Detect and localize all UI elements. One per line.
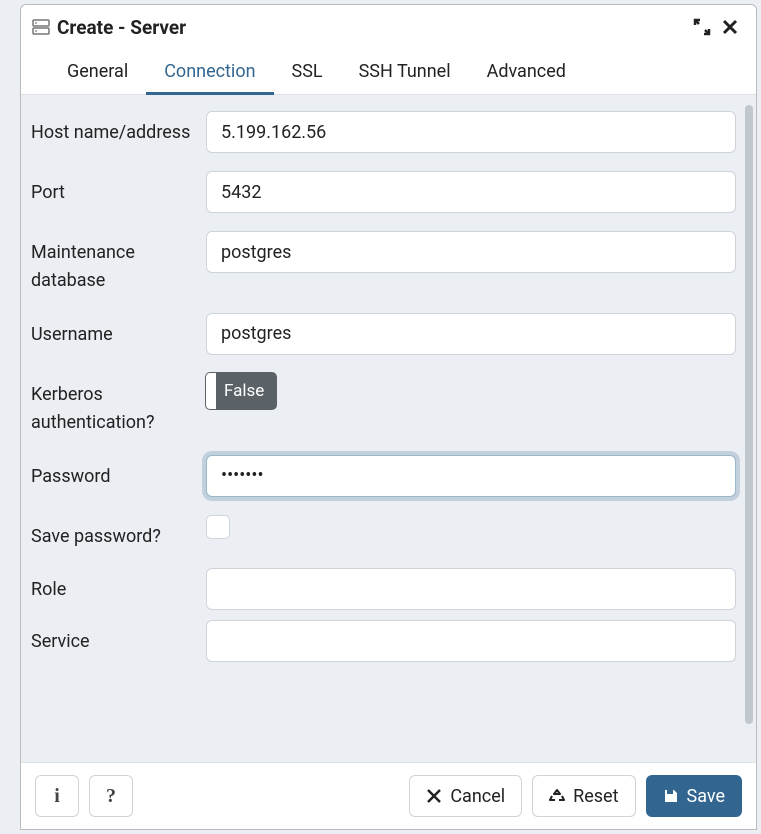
save-button[interactable]: Save: [646, 775, 743, 817]
expand-button[interactable]: [688, 13, 716, 41]
password-input[interactable]: [206, 455, 736, 497]
row-port: Port: [31, 171, 736, 213]
row-host: Host name/address: [31, 111, 736, 153]
port-label: Port: [31, 171, 206, 207]
row-savepw: Save password?: [31, 515, 736, 551]
save-label: Save: [687, 786, 726, 807]
reset-button[interactable]: Reset: [532, 775, 635, 817]
savepw-checkbox[interactable]: [206, 515, 230, 539]
host-input[interactable]: [206, 111, 736, 153]
maintdb-input[interactable]: [206, 231, 736, 273]
create-server-dialog: Create - Server General Connection SSL S…: [20, 4, 757, 830]
info-button[interactable]: i: [35, 775, 79, 817]
row-service: Service: [31, 620, 736, 662]
role-label: Role: [31, 568, 206, 604]
tab-advanced[interactable]: Advanced: [469, 51, 584, 94]
server-icon: [31, 17, 51, 37]
host-label: Host name/address: [31, 111, 206, 147]
maintdb-label: Maintenance database: [31, 231, 206, 295]
tab-connection[interactable]: Connection: [146, 51, 273, 94]
username-input[interactable]: [206, 313, 736, 355]
service-label: Service: [31, 620, 206, 656]
close-icon: [426, 788, 442, 804]
savepw-label: Save password?: [31, 515, 206, 551]
cancel-label: Cancel: [450, 786, 505, 807]
service-input[interactable]: [206, 620, 736, 662]
form-area: Host name/address Port Maintenance datab…: [21, 95, 756, 762]
save-icon: [663, 788, 679, 804]
kerberos-toggle[interactable]: False: [206, 373, 276, 409]
row-maintdb: Maintenance database: [31, 231, 736, 295]
recycle-icon: [549, 788, 565, 804]
tab-ssl[interactable]: SSL: [274, 51, 341, 94]
kerberos-label: Kerberos authentication?: [31, 373, 206, 437]
dialog-footer: i ? Cancel Reset Save: [21, 762, 756, 829]
dialog-title: Create - Server: [57, 16, 688, 39]
row-password: Password: [31, 455, 736, 497]
help-button[interactable]: ?: [89, 775, 133, 817]
role-input[interactable]: [206, 568, 736, 610]
port-input[interactable]: [206, 171, 736, 213]
username-label: Username: [31, 313, 206, 349]
password-label: Password: [31, 455, 206, 491]
dialog-body: Host name/address Port Maintenance datab…: [21, 95, 756, 762]
row-role: Role: [31, 568, 736, 610]
reset-label: Reset: [573, 786, 618, 807]
row-kerberos: Kerberos authentication? False: [31, 373, 736, 437]
cancel-button[interactable]: Cancel: [409, 775, 522, 817]
tab-ssh-tunnel[interactable]: SSH Tunnel: [341, 51, 469, 94]
scrollbar[interactable]: [745, 105, 753, 724]
tab-bar: General Connection SSL SSH Tunnel Advanc…: [21, 47, 756, 95]
dialog-header: Create - Server: [21, 5, 756, 47]
tab-general[interactable]: General: [49, 51, 146, 94]
close-button[interactable]: [716, 13, 744, 41]
row-username: Username: [31, 313, 736, 355]
kerberos-toggle-label: False: [216, 381, 276, 401]
